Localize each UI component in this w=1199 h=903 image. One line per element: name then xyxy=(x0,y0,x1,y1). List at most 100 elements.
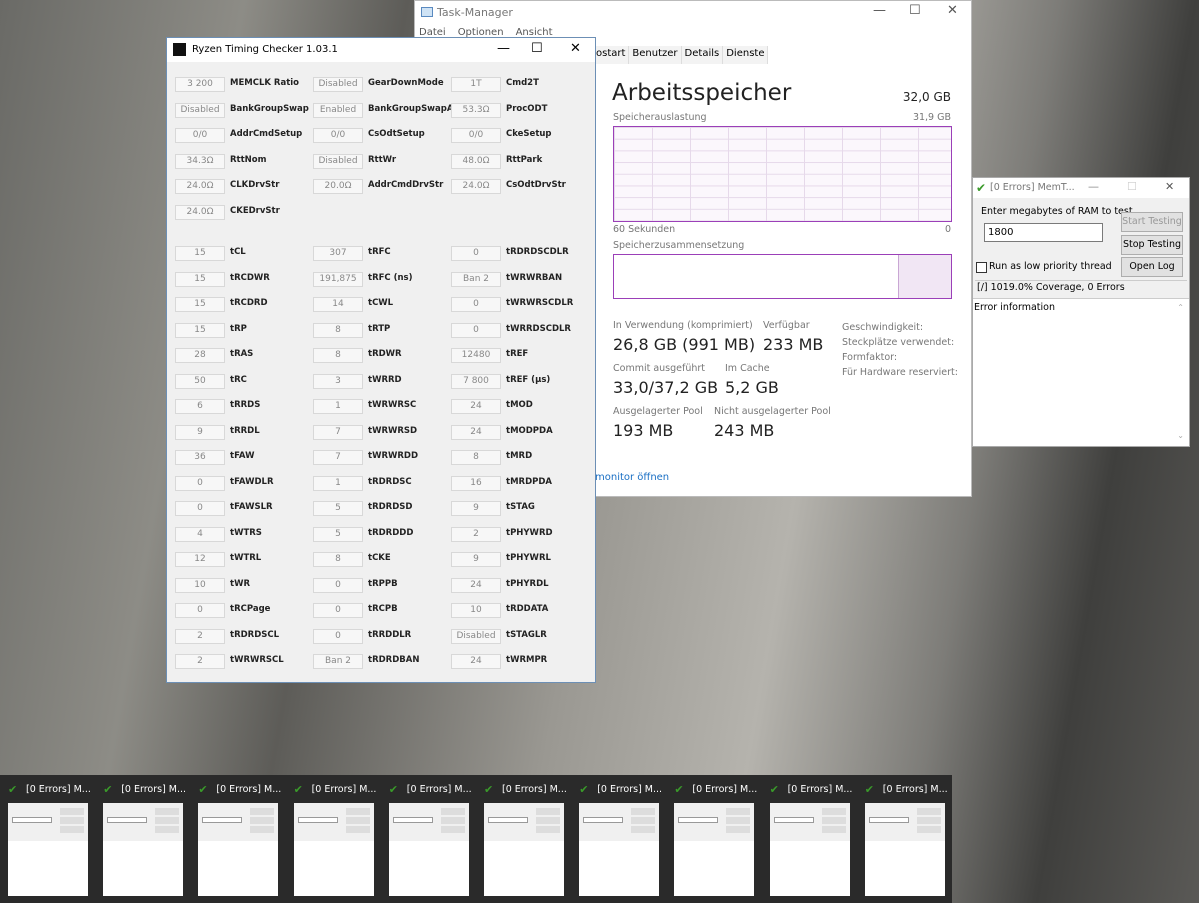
timing-label: Cmd2T xyxy=(506,78,539,88)
scroll-up-icon[interactable]: ⌃ xyxy=(1177,303,1184,312)
timing-label: tPHYRDL xyxy=(506,578,549,589)
taskbar-memtest-preview[interactable]: ✔ [0 Errors] M... xyxy=(857,775,952,903)
memtest-icon: ✔ xyxy=(769,783,779,796)
timing-value: 24.0Ω xyxy=(175,204,225,220)
timing-label: CkeSetup xyxy=(506,129,552,139)
timing-label: tRFC (ns) xyxy=(368,272,413,283)
timing-label: tPHYWRD xyxy=(506,527,553,538)
timing-value: 1 xyxy=(313,399,363,414)
timing-value: Ban 2 xyxy=(451,271,501,287)
taskbar-memtest-preview[interactable]: ✔ [0 Errors] M... xyxy=(95,775,190,903)
close-button[interactable]: ✕ xyxy=(947,3,958,18)
taskbar-memtest-preview[interactable]: ✔ [0 Errors] M... xyxy=(476,775,571,903)
preview-image xyxy=(293,803,374,896)
timing-label: tWRWRDD xyxy=(368,451,419,461)
close-button[interactable]: ✕ xyxy=(1165,180,1174,193)
title-bar: Ryzen Timing Checker 1.03.1 — ☐ ✕ xyxy=(167,38,595,62)
taskbar-memtest-preview[interactable]: ✔ [0 Errors] M... xyxy=(666,775,761,903)
timing-label: RttNom xyxy=(230,154,267,165)
close-button[interactable]: ✕ xyxy=(570,41,581,56)
error-info-label: Error information xyxy=(974,302,1056,313)
timing-label: tRCPB xyxy=(368,604,398,614)
timing-label: GearDownMode xyxy=(368,78,444,88)
taskbar-memtest-preview[interactable]: ✔ [0 Errors] M... xyxy=(762,775,857,903)
time-left-label: 60 Sekunden xyxy=(613,224,676,235)
timing-value: 48.0Ω xyxy=(451,153,501,169)
timing-value: 0 xyxy=(175,501,225,516)
taskbar-memtest-preview[interactable]: ✔ [0 Errors] M... xyxy=(0,775,95,903)
minimize-button[interactable]: — xyxy=(873,3,886,18)
tab-bar: ostart Benutzer Details Dienste xyxy=(593,46,769,64)
timing-label: tSTAG xyxy=(506,502,535,512)
timing-value: 24 xyxy=(451,654,501,669)
timing-label: tWRWRSCDLR xyxy=(506,298,574,308)
total-memory: 32,0 GB xyxy=(902,90,951,104)
ram-input[interactable]: 1800 xyxy=(984,223,1103,242)
timing-value: 24.0Ω xyxy=(175,179,225,194)
resource-monitor-link[interactable]: monitor öffnen xyxy=(595,472,669,483)
tab-autostart[interactable]: ostart xyxy=(593,46,630,64)
taskbar-memtest-preview[interactable]: ✔ [0 Errors] M... xyxy=(286,775,381,903)
timing-value: 20.0Ω xyxy=(313,179,363,194)
timing-value: 8 xyxy=(313,348,363,363)
timing-value: 0 xyxy=(451,322,501,338)
memtest-icon: ✔ xyxy=(579,783,589,796)
timing-value: 9 xyxy=(451,552,501,567)
timing-value: 3 200 xyxy=(175,77,225,92)
tab-benutzer[interactable]: Benutzer xyxy=(629,46,682,64)
timing-label: tRDDATA xyxy=(506,604,549,614)
timing-label: tRDRDSC xyxy=(368,476,412,487)
timing-label: tRDRDBAN xyxy=(368,655,420,665)
timing-label: tRCPage xyxy=(230,604,271,614)
stat-label: Verfügbar xyxy=(763,320,810,331)
tab-dienste[interactable]: Dienste xyxy=(723,46,769,64)
timing-value: 4 xyxy=(175,526,225,542)
timing-value: 1T xyxy=(451,77,501,92)
taskbar-memtest-preview[interactable]: ✔ [0 Errors] M... xyxy=(571,775,666,903)
maximize-button[interactable]: ☐ xyxy=(909,3,921,18)
window-title: Ryzen Timing Checker 1.03.1 xyxy=(192,44,338,55)
timing-value: 2 xyxy=(175,628,225,644)
stat-label: In Verwendung (komprimiert) xyxy=(613,320,753,331)
timing-label: tRTP xyxy=(368,323,391,334)
timing-label: tPHYWRL xyxy=(506,553,551,563)
timing-value: 9 xyxy=(451,501,501,516)
timing-label: tRRDS xyxy=(230,400,261,410)
timing-label: tWTRL xyxy=(230,553,262,563)
start-testing-button[interactable]: Start Testing xyxy=(1121,212,1183,232)
preview-image xyxy=(769,803,850,896)
tab-details[interactable]: Details xyxy=(681,46,724,64)
status-text: [/] 1019.0% Coverage, 0 Errors xyxy=(975,280,1187,295)
preview-image xyxy=(388,803,469,896)
taskbar-memtest-preview[interactable]: ✔ [0 Errors] M... xyxy=(190,775,285,903)
minimize-button[interactable]: — xyxy=(497,41,510,56)
maximize-button[interactable]: ☐ xyxy=(1127,180,1137,193)
timing-label: tRPPB xyxy=(368,578,398,589)
timing-value: Disabled xyxy=(313,77,363,92)
memtest-icon: ✔ xyxy=(484,783,494,796)
low-priority-checkbox[interactable] xyxy=(976,262,987,273)
stat-label: Im Cache xyxy=(725,363,770,374)
stop-testing-button[interactable]: Stop Testing xyxy=(1121,235,1183,255)
preview-image xyxy=(674,803,755,896)
minimize-button[interactable]: — xyxy=(1088,180,1099,193)
timing-label: tRCDWR xyxy=(230,272,270,283)
stat-value: 193 MB xyxy=(613,421,674,440)
ram-prompt: Enter megabytes of RAM to test xyxy=(981,206,1133,217)
timing-value: 0 xyxy=(313,628,363,644)
stat-value: 33,0/37,2 GB xyxy=(613,378,719,397)
timing-value: 15 xyxy=(175,322,225,338)
timing-value: 24 xyxy=(451,424,501,440)
timing-value: 0 xyxy=(175,475,225,491)
open-log-button[interactable]: Open Log xyxy=(1121,257,1183,277)
scroll-down-icon[interactable]: ⌄ xyxy=(1177,431,1184,440)
taskbar-memtest-preview[interactable]: ✔ [0 Errors] M... xyxy=(381,775,476,903)
maximize-button[interactable]: ☐ xyxy=(531,41,543,56)
timing-value: 0/0 xyxy=(451,128,501,143)
timing-label: tWRWRSCL xyxy=(230,655,284,665)
timing-label: AddrCmdDrvStr xyxy=(368,180,444,190)
timing-label: MEMCLK Ratio xyxy=(230,78,300,88)
timing-label: tFAW xyxy=(230,451,255,461)
timing-value: 0 xyxy=(313,577,363,593)
low-priority-label: Run as low priority thread xyxy=(989,261,1112,272)
